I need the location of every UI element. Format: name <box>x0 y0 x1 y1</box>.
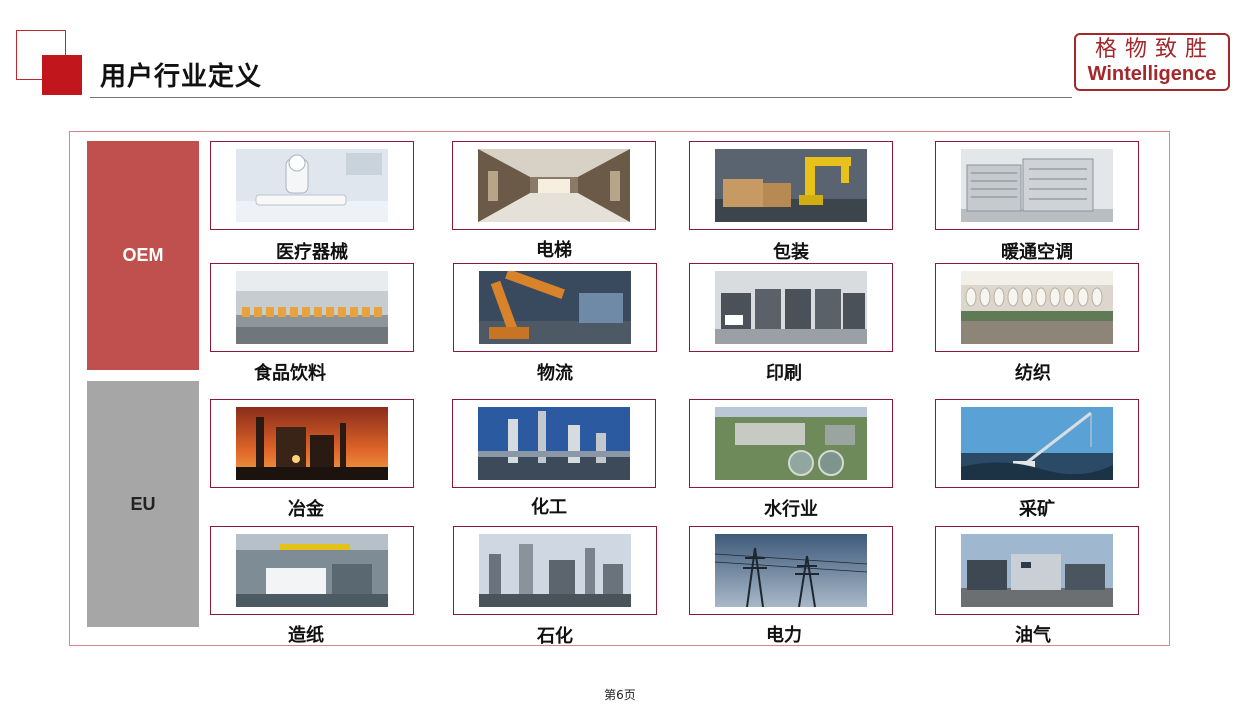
tile-power <box>689 526 893 615</box>
tile-label: 物流 <box>537 363 573 384</box>
elevator-lobby-photo <box>478 149 630 222</box>
oil-gas-facility-photo <box>961 534 1113 607</box>
tile-label: 暖通空调 <box>1001 242 1073 263</box>
brand-logo-cn: 格物致胜 <box>1094 37 1215 62</box>
tile-oil-gas <box>935 526 1139 615</box>
tile-mining <box>935 399 1139 488</box>
tile-logistics <box>453 263 657 352</box>
tile-textile <box>935 263 1139 352</box>
tile-label: 包装 <box>773 242 809 263</box>
tile-food-beverage <box>210 263 414 352</box>
tile-label: 纺织 <box>1015 363 1051 384</box>
water-treatment-photo <box>715 407 867 480</box>
tile-label: 水行业 <box>764 499 818 520</box>
tile-medical-equipment <box>210 141 414 230</box>
tile-petrochemical <box>453 526 657 615</box>
tile-label: 电梯 <box>536 240 572 261</box>
medical-equipment-photo <box>236 149 388 222</box>
tile-label: 医疗器械 <box>276 242 348 263</box>
steel-mill-photo <box>236 407 388 480</box>
paper-mill-photo <box>236 534 388 607</box>
title-divider <box>90 97 1072 98</box>
tile-label: 采矿 <box>1019 499 1055 520</box>
tile-label: 石化 <box>537 626 573 647</box>
tile-elevator <box>452 141 656 230</box>
tile-water <box>689 399 893 488</box>
tile-label: 油气 <box>1015 625 1051 646</box>
textile-machine-photo <box>961 271 1113 344</box>
tile-label: 印刷 <box>766 363 802 384</box>
tile-label: 食品饮料 <box>254 363 326 384</box>
packaging-robot-photo <box>715 149 867 222</box>
tile-label: 造纸 <box>288 625 324 646</box>
tile-chemical <box>452 399 656 488</box>
hvac-units-photo <box>961 149 1113 222</box>
page-number: 第6页 <box>604 688 636 702</box>
tile-paper <box>210 526 414 615</box>
page-title: 用户行业定义 <box>100 62 263 92</box>
logo-square-fill <box>42 55 82 95</box>
brand-logo: 格物致胜 Wintelligence <box>1074 33 1230 91</box>
tile-label: 化工 <box>531 497 567 518</box>
chemical-plant-photo <box>478 407 630 480</box>
beverage-line-photo <box>236 271 388 344</box>
logistics-robot-photo <box>479 271 631 344</box>
tile-metallurgy <box>210 399 414 488</box>
tile-label: 电力 <box>766 625 802 646</box>
printing-press-photo <box>715 271 867 344</box>
eu-group-label: EU <box>87 381 199 627</box>
petrochemical-plant-photo <box>479 534 631 607</box>
brand-logo-en: Wintelligence <box>1087 63 1217 85</box>
tile-hvac <box>935 141 1139 230</box>
tile-label: 冶金 <box>288 499 324 520</box>
mining-crane-photo <box>961 407 1113 480</box>
power-lines-photo <box>715 534 867 607</box>
tile-printing <box>689 263 893 352</box>
oem-group-label: OEM <box>87 141 199 370</box>
tile-packaging <box>689 141 893 230</box>
